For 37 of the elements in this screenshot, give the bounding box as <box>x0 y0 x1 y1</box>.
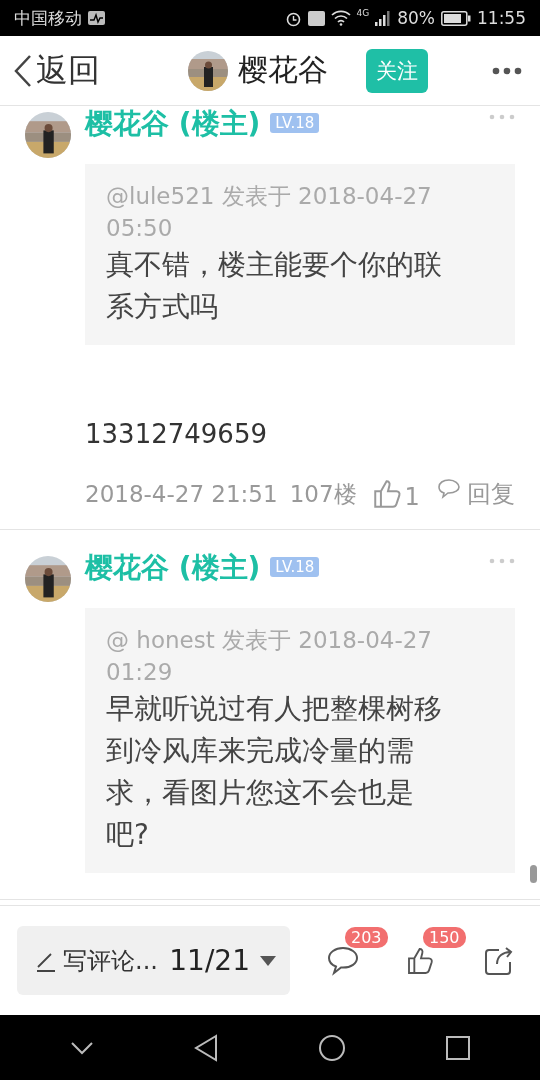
recents-icon[interactable] <box>446 1035 470 1060</box>
chevron-left-icon <box>14 53 32 88</box>
wifi-icon <box>330 10 351 26</box>
reply-button[interactable]: 回复 <box>437 478 515 510</box>
page-title: 樱花谷 <box>238 51 328 89</box>
level-badge: LV.18 <box>270 557 320 577</box>
comment-field[interactable]: 写评论... 11/21 <box>17 926 290 995</box>
scrollbar-thumb[interactable] <box>530 865 537 883</box>
battery-percent: 80% <box>397 8 435 28</box>
quote-text: 真不错，楼主能要个你的联系方式吗 <box>106 247 443 325</box>
activity-icon <box>88 11 105 25</box>
carrier-name: 中国移动 <box>14 6 82 30</box>
reply-text: 13312749659 <box>85 418 268 451</box>
author-name[interactable]: 樱花谷 (楼主) <box>85 550 261 586</box>
comment-count: 203 <box>345 926 388 948</box>
clock-time: 11:55 <box>477 8 526 28</box>
speech-bubble-icon <box>437 478 461 500</box>
quote-author: @ honest 发表于 2018-04-27 01:29 <box>106 626 433 687</box>
post-time: 2018-4-27 21:51 <box>85 480 278 509</box>
quote-text: 早就听说过有人把整棵树移到冷风库来完成冷量的需求，看图片您这不会也是吧? <box>106 691 443 853</box>
battery-icon <box>441 10 471 26</box>
network-type: 4G <box>356 8 370 18</box>
signal-icon <box>375 10 392 26</box>
floor-number: 107楼 <box>289 480 357 509</box>
back-icon[interactable] <box>194 1033 218 1062</box>
page-selector[interactable]: 11/21 <box>169 944 276 977</box>
hide-icon[interactable] <box>70 1040 94 1055</box>
back-button[interactable]: 返回 <box>14 48 100 93</box>
follow-button[interactable]: 关注 <box>366 48 428 93</box>
quote-author: @lule521 发表于 2018-04-27 05:50 <box>106 182 433 243</box>
like-count: 150 <box>423 926 466 948</box>
level-badge: LV.18 <box>270 113 320 133</box>
like-button[interactable]: 1 <box>370 477 420 511</box>
author-name[interactable]: 樱花谷 (楼主) <box>85 106 261 142</box>
comment-placeholder: 写评论... <box>63 945 158 977</box>
home-icon[interactable] <box>318 1033 346 1062</box>
caret-icon <box>260 955 276 966</box>
